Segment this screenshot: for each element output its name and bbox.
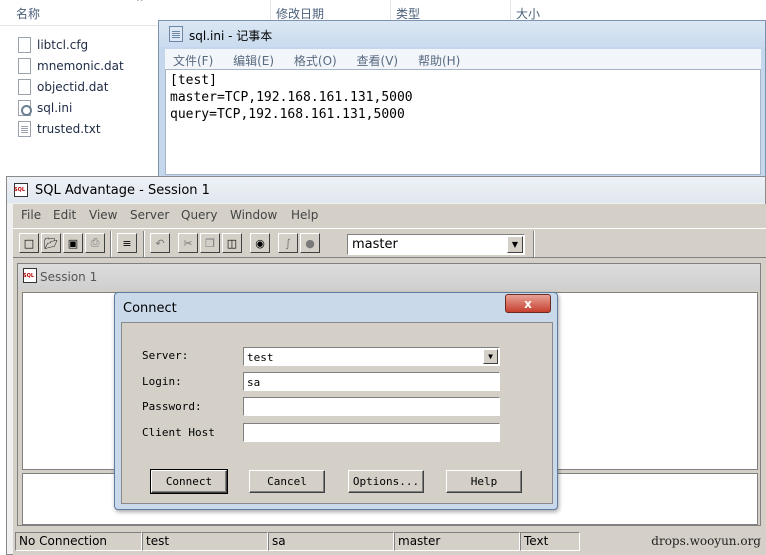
text-line: query=TCP,192.168.161.131,5000 [170, 107, 405, 122]
sql-toolbar: □ 📂︎ ▣ ⎙ ≡ ↶ ✂ ❐ ◫ ◉ ∫ ● master ▼ [13, 228, 766, 258]
menu-view[interactable]: View [89, 208, 117, 222]
file-list: libtcl.cfg mnemonic.dat objectid.dat sql… [18, 34, 124, 139]
notepad-menu-help[interactable]: 帮助(H) [418, 52, 460, 69]
notepad-menubar: 文件(F) 编辑(E) 格式(O) 查看(V) 帮助(H) [165, 49, 761, 69]
notepad-titlebar[interactable]: sql.ini - 记事本 [159, 21, 765, 47]
notepad-menu-view[interactable]: 查看(V) [357, 52, 399, 69]
notepad-menu-edit[interactable]: 编辑(E) [233, 52, 274, 69]
status-login: sa [268, 532, 394, 551]
find-binoculars-icon[interactable]: ◉ [250, 233, 270, 253]
client-host-label: Client Host [142, 426, 215, 439]
file-icon [18, 57, 31, 74]
menu-edit[interactable]: Edit [53, 208, 76, 222]
status-server: test [142, 532, 268, 551]
notepad-icon [169, 26, 183, 42]
file-item[interactable]: sql.ini [18, 97, 124, 118]
login-label: Login: [142, 375, 182, 388]
execute-icon[interactable]: ∫ [278, 233, 298, 253]
menu-server[interactable]: Server [130, 208, 169, 222]
notepad-text-area[interactable]: [test] master=TCP,192.168.161.131,5000 q… [165, 69, 761, 175]
server-select[interactable]: test ▼ [243, 347, 500, 366]
chevron-down-icon[interactable]: ▼ [507, 236, 523, 253]
options-button[interactable]: Options... [348, 470, 424, 493]
dialog-body: Server: test ▼ Login: sa Password: Clien… [121, 322, 553, 504]
connect-dialog: Connect x Server: test ▼ Login: sa Passw… [114, 292, 558, 510]
notepad-title: sql.ini - 记事本 [189, 29, 273, 43]
toolbar-separator [533, 231, 535, 257]
connect-button[interactable]: Connect [150, 469, 228, 494]
sql-menubar: File Edit View Server Query Window Help [13, 204, 766, 226]
cut-icon[interactable]: ✂ [178, 233, 198, 253]
menu-window[interactable]: Window [230, 208, 277, 222]
file-name: sql.ini [37, 100, 73, 115]
sort-caret-icon: ^ [136, 0, 144, 8]
file-item[interactable]: trusted.txt [18, 118, 124, 139]
menu-query[interactable]: Query [181, 208, 217, 222]
server-value: test [247, 351, 274, 364]
stop-icon[interactable]: ● [300, 233, 320, 253]
file-name: trusted.txt [37, 121, 101, 136]
notepad-menu-format[interactable]: 格式(O) [294, 52, 337, 69]
session-icon [23, 268, 37, 283]
password-field[interactable] [243, 397, 500, 416]
text-line: [test] [170, 73, 217, 88]
print-icon[interactable]: ⎙ [85, 233, 105, 253]
help-button[interactable]: Help [446, 470, 522, 493]
copy-icon[interactable]: ❐ [200, 233, 220, 253]
notepad-menu-file[interactable]: 文件(F) [173, 52, 213, 69]
file-name: mnemonic.dat [37, 58, 124, 73]
file-item[interactable]: objectid.dat [18, 76, 124, 97]
file-name: objectid.dat [37, 79, 109, 94]
database-value: master [352, 237, 398, 252]
status-output-mode: Text [520, 532, 580, 551]
session-title: Session 1 [40, 270, 98, 284]
text-file-icon [18, 120, 31, 137]
sql-advantage-title: SQL Advantage - Session 1 [35, 183, 210, 198]
server-label: Server: [142, 349, 189, 362]
toolbar-separator [110, 231, 112, 257]
open-folder-icon[interactable]: 📂︎ [41, 233, 61, 253]
save-disk-icon[interactable]: ▣ [63, 233, 83, 253]
sql-app-icon [14, 183, 28, 197]
file-item[interactable]: mnemonic.dat [18, 55, 124, 76]
new-file-icon[interactable]: □ [19, 233, 39, 253]
sql-advantage-titlebar[interactable]: SQL Advantage - Session 1 [7, 177, 765, 203]
paste-icon[interactable]: ◫ [222, 233, 242, 253]
menu-help[interactable]: Help [291, 208, 318, 222]
column-name[interactable]: 名称 [16, 5, 40, 22]
watermark: drops.wooyun.org [651, 534, 761, 548]
dialog-title: Connect [123, 301, 177, 316]
cancel-button[interactable]: Cancel [249, 470, 325, 493]
menu-file[interactable]: File [21, 208, 41, 222]
status-database: master [394, 532, 520, 551]
file-icon [18, 78, 31, 95]
client-host-field[interactable] [243, 423, 500, 442]
notepad-window: sql.ini - 记事本 文件(F) 编辑(E) 格式(O) 查看(V) 帮助… [158, 20, 766, 178]
config-file-icon [18, 99, 32, 116]
file-item[interactable]: libtcl.cfg [18, 34, 124, 55]
toolbar-separator [143, 231, 145, 257]
file-icon [18, 36, 31, 53]
file-name: libtcl.cfg [37, 37, 89, 52]
undo-icon[interactable]: ↶ [150, 233, 170, 253]
status-connection: No Connection [15, 532, 142, 551]
database-select[interactable]: master ▼ [347, 234, 525, 255]
session-titlebar[interactable]: Session 1 [18, 264, 760, 290]
chevron-down-icon[interactable]: ▼ [483, 349, 498, 364]
close-icon[interactable]: x [505, 294, 551, 313]
login-field[interactable]: sa [243, 372, 500, 391]
text-line: master=TCP,192.168.161.131,5000 [170, 90, 413, 105]
options-list-icon[interactable]: ≡ [117, 233, 137, 253]
password-label: Password: [142, 400, 202, 413]
